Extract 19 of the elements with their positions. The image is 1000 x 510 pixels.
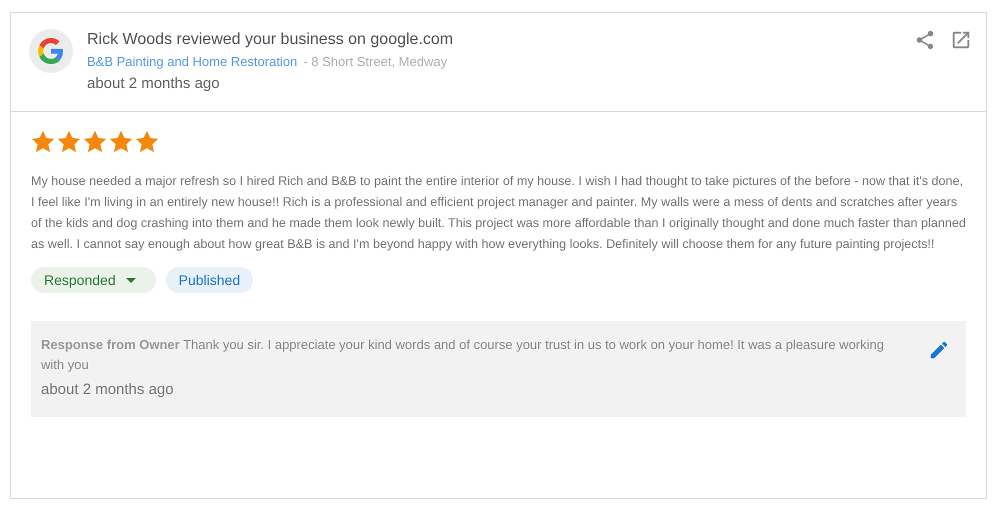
star-icon [83,130,107,153]
status-label: Published [166,267,254,293]
star-icon [31,130,55,153]
review-text: My house needed a major refresh so I hired Rich and B&B to paint the entire interior of my house. I wish I had thought to take pictures of the before - now that it's done, I feel like I'm living in an entirely new house!! Rich is a professional and efficient project manager and painter. My walls were a mess of dents and scratches after years of the kids and dog crashing into them and he made them look newly built. This project was more affordable than I originally thought and done much faster than planned as well. I cannot say enough about how great B&B is and I'm beyond happy with how everything looks. Definitely will choose them for any future painting projects!! [31,173,966,253]
edit-icon[interactable] [928,339,950,361]
business-address: - 8 Short Street, Medway [303,53,448,71]
star-icon [109,130,133,153]
star-icon [135,130,159,153]
business-link[interactable]: B&B Painting and Home Restoration [87,53,298,71]
owner-response-text: Response from Owner Thank you sir. I appreciate your kind words and of course your trust in us to work on your home! It was a pleasure working with you [41,336,885,374]
open-external-icon[interactable] [950,29,972,51]
review-title: Rick Woods reviewed your business on google.com [87,30,454,50]
caret-icon [126,278,136,282]
status-dropdown[interactable]: Responded [31,267,156,293]
star-icon [57,130,81,153]
review-time: about 2 months ago [87,74,221,94]
google-logo-icon [29,29,73,73]
response-time: about 2 months ago [41,381,175,398]
share-icon[interactable] [914,29,936,51]
